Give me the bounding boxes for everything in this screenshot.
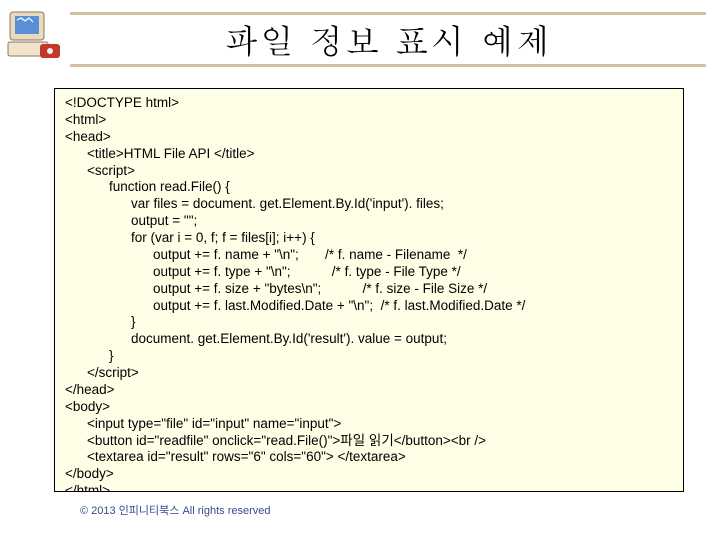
header-rule-bottom [70,64,706,67]
code-line: <html> [65,112,673,129]
code-line: </head> [65,382,673,399]
code-line: output += f. last.Modified.Date + "\n"; … [65,298,673,315]
code-line: <textarea id="result" rows="6" cols="60"… [65,449,673,466]
copyright-footer: © 2013 인피니티북스 All rights reserved [80,502,271,518]
slide-title: 파일 정보 표시 예제 [70,14,706,63]
code-line: function read.File() { [65,179,673,196]
slide-header: 파일 정보 표시 예제 [0,0,720,80]
code-line: <button id="readfile" onclick="read.File… [65,433,673,450]
code-line: output += f. name + "\n"; /* f. name - F… [65,247,673,264]
code-line: <!DOCTYPE html> [65,95,673,112]
code-line: output += f. type + "\n"; /* f. type - F… [65,264,673,281]
code-line: </html> [65,483,673,492]
code-line: <head> [65,129,673,146]
code-line: <input type="file" id="input" name="inpu… [65,416,673,433]
code-line: var files = document. get.Element.By.Id(… [65,196,673,213]
code-line: </body> [65,466,673,483]
code-line: <title>HTML File API </title> [65,146,673,163]
code-line: } [65,348,673,365]
code-line: <script> [65,163,673,180]
code-line: output += f. size + "bytes\n"; /* f. siz… [65,281,673,298]
code-line: for (var i = 0, f; f = files[i]; i++) { [65,230,673,247]
computer-icon [6,6,62,62]
code-block: <!DOCTYPE html><html><head><title>HTML F… [54,88,684,492]
code-line: <body> [65,399,673,416]
code-line: } [65,314,673,331]
code-line: document. get.Element.By.Id('result'). v… [65,331,673,348]
code-line: </script> [65,365,673,382]
code-line: output = ""; [65,213,673,230]
